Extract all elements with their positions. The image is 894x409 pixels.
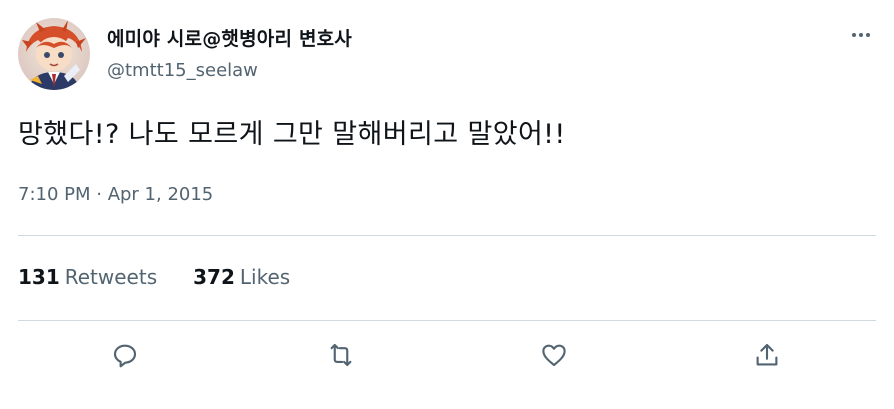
tweet-stats: 131 Retweets 372 Likes: [18, 265, 326, 289]
retweets-stat[interactable]: 131 Retweets: [18, 265, 157, 289]
retweets-count: 131: [18, 265, 60, 289]
divider: [18, 320, 876, 321]
author-display-name[interactable]: 에미야 시로@햇병아리 변호사: [107, 24, 352, 51]
reply-button[interactable]: [103, 333, 147, 377]
likes-stat[interactable]: 372 Likes: [193, 265, 290, 289]
tweet-timestamp[interactable]: 7:10 PM · Apr 1, 2015: [18, 184, 213, 205]
share-button[interactable]: [745, 333, 789, 377]
tweet-actions: [0, 333, 894, 377]
likes-label: Likes: [239, 265, 291, 289]
likes-count: 372: [193, 265, 235, 289]
more-horizontal-icon: [852, 33, 870, 37]
tweet-text: 망했다!? 나도 모르게 그만 말해버리고 말았어!!: [18, 119, 566, 150]
avatar[interactable]: [18, 18, 90, 90]
tweet-card: 에미야 시로@햇병아리 변호사 @tmtt15_seelaw 망했다!? 나도 …: [0, 0, 894, 409]
like-button[interactable]: [532, 333, 576, 377]
more-options-button[interactable]: [846, 20, 876, 50]
divider: [18, 235, 876, 236]
retweet-button[interactable]: [319, 333, 363, 377]
avatar-image: [18, 18, 90, 90]
retweet-icon: [330, 343, 352, 367]
retweets-label: Retweets: [64, 265, 158, 289]
heart-icon: [542, 344, 566, 367]
reply-icon: [113, 344, 137, 368]
author-handle[interactable]: @tmtt15_seelaw: [107, 60, 258, 81]
share-icon: [756, 343, 778, 366]
